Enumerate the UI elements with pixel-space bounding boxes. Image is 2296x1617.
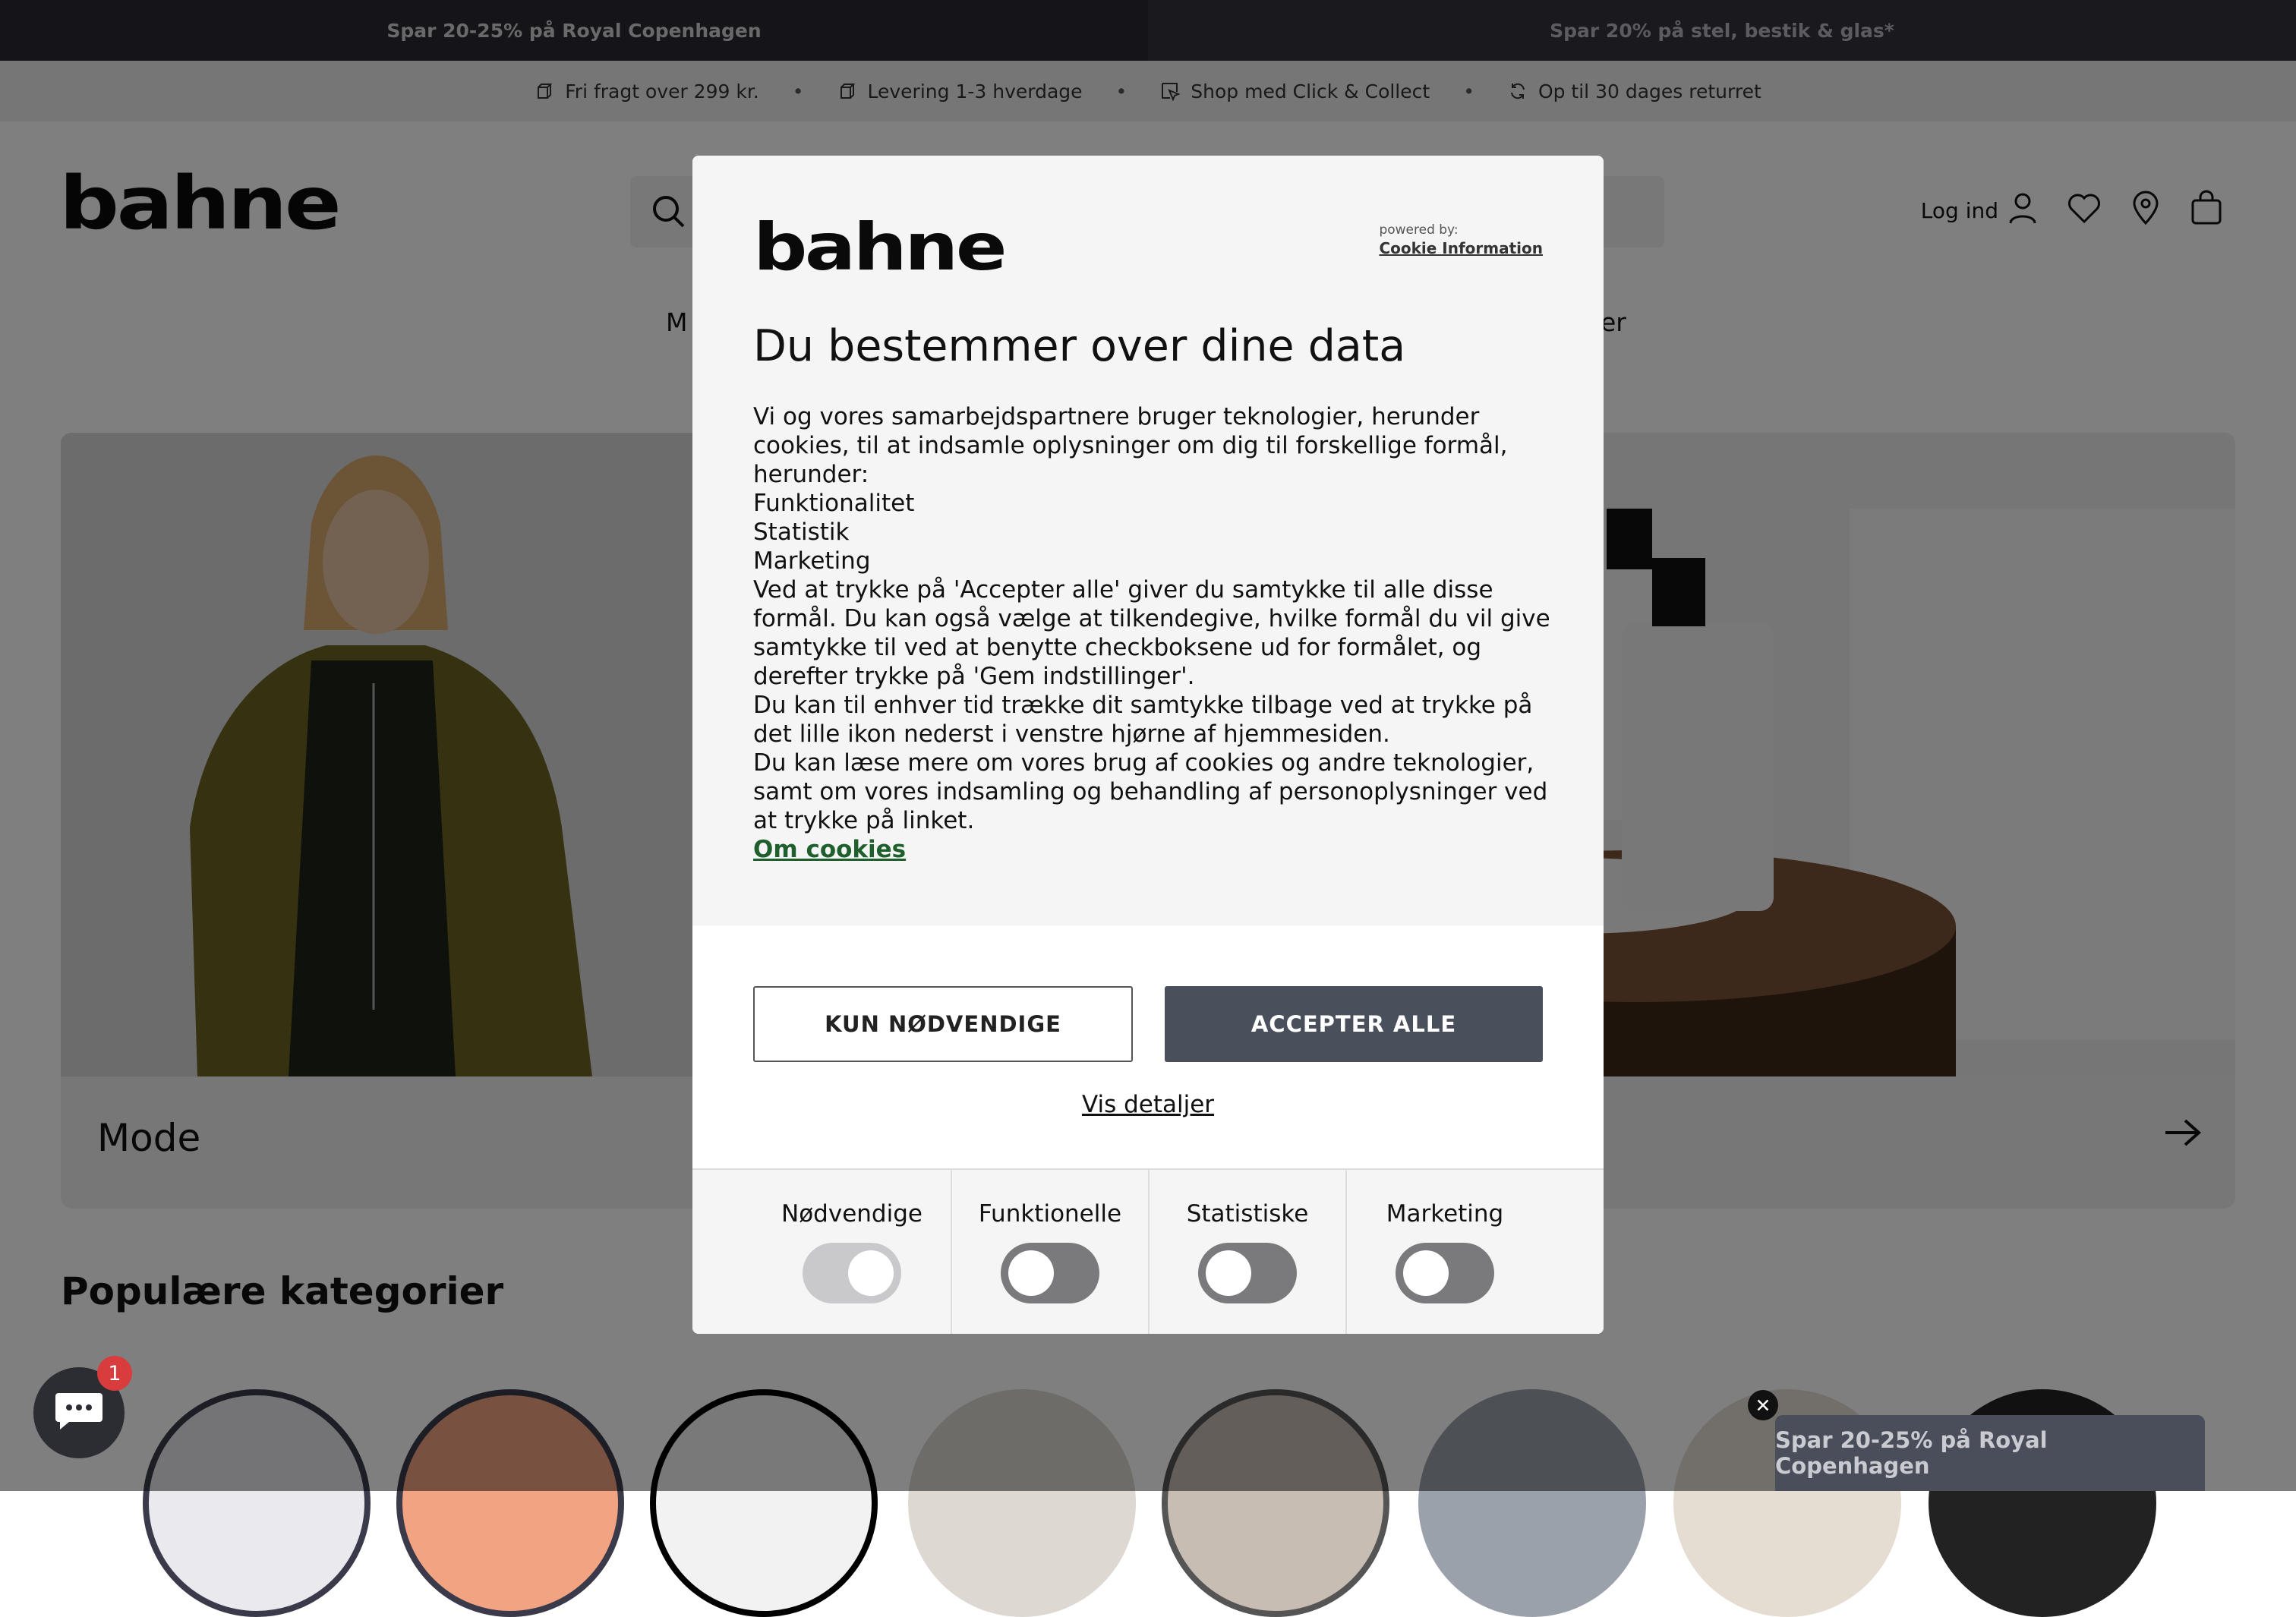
promo-toast[interactable]: Spar 20-25% på Royal Copenhagen	[1775, 1415, 2205, 1491]
toggle-label: Marketing	[1386, 1200, 1504, 1228]
modal-logo: bahne	[753, 210, 1008, 285]
necessary-switch	[803, 1243, 901, 1303]
toggle-marketing: Marketing	[1345, 1170, 1543, 1334]
powered-by: powered by: Cookie Information	[1379, 222, 1543, 257]
cookie-text: Vi og vores samarbejdspartnere bruger te…	[753, 403, 1508, 488]
close-icon[interactable]: ✕	[1748, 1390, 1778, 1420]
toggle-functional: Funktionelle	[951, 1170, 1148, 1334]
toggle-label: Statistiske	[1186, 1200, 1309, 1228]
accept-all-button[interactable]: ACCEPTER ALLE	[1165, 986, 1543, 1062]
cookie-text: Du kan læse mere om vores brug af cookie…	[753, 749, 1548, 834]
show-details-link[interactable]: Vis detaljer	[692, 1091, 1604, 1118]
functional-switch[interactable]	[1001, 1243, 1099, 1303]
cookie-consent-modal: bahne powered by: Cookie Information Du …	[692, 156, 1604, 1334]
marketing-switch[interactable]	[1396, 1243, 1494, 1303]
about-cookies-link[interactable]: Om cookies	[753, 836, 906, 863]
toggle-label: Funktionelle	[978, 1200, 1122, 1228]
cookie-text: Ved at trykke på 'Accepter alle' giver d…	[753, 576, 1550, 690]
cookie-purpose: Marketing	[753, 547, 871, 575]
chat-notification-badge: 1	[97, 1356, 132, 1391]
cookie-modal-content: bahne powered by: Cookie Information Du …	[692, 156, 1604, 925]
toggle-statistics: Statistiske	[1148, 1170, 1345, 1334]
toggle-label: Nødvendige	[781, 1200, 922, 1228]
cookie-information-link[interactable]: Cookie Information	[1379, 239, 1543, 257]
cookie-modal-title: Du bestemmer over dine data	[753, 321, 1406, 371]
toggle-necessary: Nødvendige	[753, 1170, 951, 1334]
chat-icon	[54, 1390, 104, 1436]
cookie-purpose: Funktionalitet	[753, 490, 915, 517]
cookie-modal-body: Vi og vores samarbejdspartnere bruger te…	[753, 402, 1550, 864]
powered-by-label: powered by:	[1379, 222, 1459, 238]
consent-toggles: Nødvendige Funktionelle Statistiske Mark…	[692, 1168, 1604, 1334]
cookie-text: Du kan til enhver tid trække dit samtykk…	[753, 692, 1533, 748]
cookie-modal-actions: KUN NØDVENDIGE ACCEPTER ALLE Vis detalje…	[692, 925, 1604, 1168]
necessary-only-button[interactable]: KUN NØDVENDIGE	[753, 986, 1133, 1062]
cookie-purpose: Statistik	[753, 519, 850, 546]
statistics-switch[interactable]	[1198, 1243, 1297, 1303]
